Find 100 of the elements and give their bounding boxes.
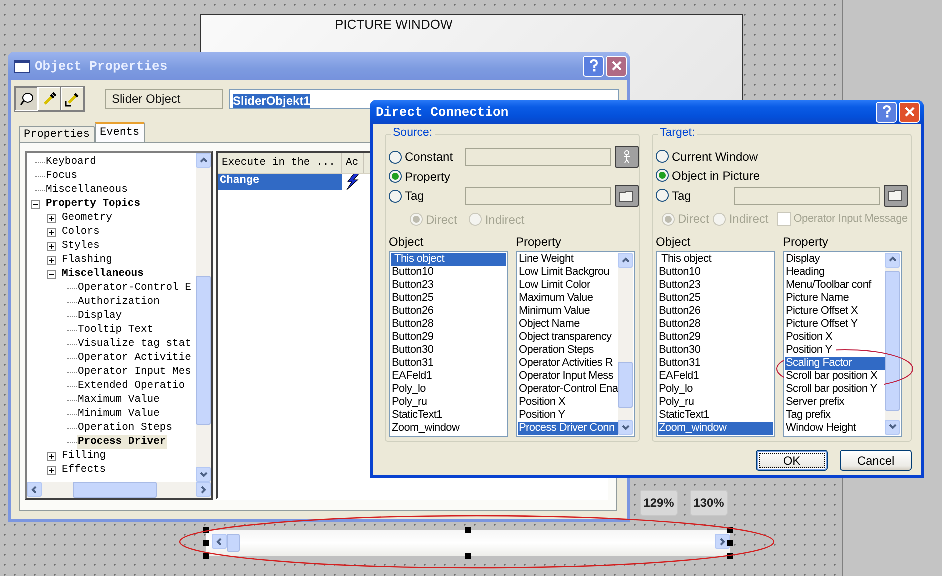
tree-item[interactable]: Operator Input Mes <box>77 365 192 379</box>
tree-item[interactable]: Tooltip Text <box>77 323 155 337</box>
tree-item[interactable]: Maximum Value <box>77 393 161 407</box>
list-item[interactable]: This object <box>391 253 506 266</box>
tab[interactable]: Events <box>95 122 145 142</box>
zoom-button[interactable]: 129% <box>640 490 678 516</box>
close-button[interactable] <box>899 102 920 122</box>
list-item[interactable]: Tag prefix <box>785 408 885 422</box>
slider-thumb[interactable] <box>227 534 240 552</box>
browse-button[interactable] <box>615 146 639 168</box>
list-item[interactable]: Position Y <box>518 409 618 422</box>
scroll-thumb[interactable] <box>618 362 633 408</box>
radio-button[interactable] <box>389 190 402 202</box>
list-item[interactable]: Menu/Toolbar conf <box>785 278 885 292</box>
radio-button[interactable] <box>656 150 669 164</box>
list-item[interactable]: Operator Input Mess <box>518 370 618 383</box>
list-item[interactable]: Line Weight <box>518 253 618 266</box>
list-item[interactable]: Poly_ru <box>658 396 773 409</box>
collapse-icon[interactable] <box>31 200 40 208</box>
input-field[interactable] <box>465 148 611 166</box>
list-item[interactable]: Button23 <box>658 278 773 292</box>
input-field[interactable] <box>734 186 880 205</box>
list-item[interactable]: Button30 <box>391 344 506 357</box>
scroll-right-button[interactable] <box>715 534 730 549</box>
list-item[interactable]: Position X <box>518 396 618 409</box>
list-item[interactable]: Heading <box>785 266 885 279</box>
list-item[interactable]: Button26 <box>391 305 506 318</box>
list-item[interactable]: Minimum Value <box>518 305 618 318</box>
list-item[interactable]: Object transparency <box>518 331 618 344</box>
list-item[interactable]: EAFeld1 <box>391 370 506 383</box>
tree-item[interactable]: Minimum Value <box>77 407 161 421</box>
close-button[interactable] <box>606 56 627 76</box>
scroll-down-button[interactable] <box>196 467 211 482</box>
scroll-up-button[interactable] <box>885 252 900 268</box>
list-item[interactable]: Button28 <box>658 318 773 331</box>
input-field[interactable] <box>465 187 611 205</box>
list-item[interactable]: This object <box>658 252 773 266</box>
tree-item[interactable]: Operator-Control E <box>77 281 192 295</box>
list-item[interactable]: Object Name <box>518 318 618 331</box>
tree-item[interactable]: Authorization <box>77 295 161 309</box>
selection-handle[interactable] <box>203 553 209 559</box>
list-item[interactable]: Poly_lo <box>658 382 773 396</box>
expand-icon[interactable] <box>47 242 56 250</box>
expand-icon[interactable] <box>47 452 56 460</box>
list-item[interactable]: Button23 <box>391 279 506 292</box>
list-item[interactable]: Button10 <box>391 266 506 279</box>
list-item[interactable]: Position X <box>785 330 885 344</box>
list-item[interactable]: Zoom_window <box>658 422 773 435</box>
list-item[interactable]: Button31 <box>658 356 773 370</box>
zoom-button[interactable]: 130% <box>690 490 728 516</box>
scroll-thumb[interactable] <box>72 482 158 498</box>
list-item[interactable]: Operation Steps <box>518 344 618 357</box>
list-item[interactable]: Zoom_window <box>391 422 506 435</box>
list-item[interactable]: StaticText1 <box>391 409 506 422</box>
radio-button[interactable] <box>389 170 402 183</box>
scroll-left-button[interactable] <box>212 534 227 549</box>
selection-handle[interactable] <box>465 527 471 533</box>
list-item[interactable]: Button25 <box>391 292 506 305</box>
list-item[interactable]: Low Limit Color <box>518 279 618 292</box>
list-item[interactable]: Position Y <box>785 344 885 357</box>
toolbar-button[interactable] <box>15 87 38 111</box>
list-item[interactable]: Picture Offset X <box>785 304 885 318</box>
scroll-up-button[interactable] <box>196 153 211 168</box>
collapse-icon[interactable] <box>47 270 56 278</box>
tree-item[interactable]: Miscellaneous <box>61 267 145 281</box>
list-item[interactable]: Low Limit Backgrou <box>518 266 618 279</box>
tree-item[interactable]: Focus <box>45 169 79 183</box>
tree-item[interactable]: Miscellaneous <box>45 183 129 197</box>
list-item[interactable]: Button28 <box>391 318 506 331</box>
list-item[interactable]: Operator Activities R <box>518 357 618 370</box>
selection-handle[interactable] <box>727 540 733 546</box>
list-item[interactable]: Maximum Value <box>518 292 618 305</box>
expand-icon[interactable] <box>47 214 56 222</box>
scroll-down-button[interactable] <box>885 420 900 435</box>
list-item[interactable]: Button31 <box>391 357 506 370</box>
tree-item[interactable]: Display <box>77 309 124 323</box>
list-item[interactable]: Button25 <box>658 292 773 305</box>
list-item[interactable]: Button10 <box>658 266 773 279</box>
tree-item[interactable]: Property Topics <box>45 197 142 211</box>
tree-item[interactable]: Flashing <box>61 253 114 267</box>
tree-item[interactable]: Operator Activitie <box>77 351 192 365</box>
list-item[interactable]: Scroll bar position X <box>785 370 885 383</box>
list-item[interactable]: Button26 <box>658 304 773 318</box>
list-item[interactable]: Picture Name <box>785 292 885 305</box>
list-item[interactable]: StaticText1 <box>658 408 773 422</box>
tree-item[interactable]: Geometry <box>61 211 114 225</box>
expand-icon[interactable] <box>47 466 56 474</box>
column-header[interactable]: Ac <box>342 153 364 173</box>
list-item[interactable]: Window Height <box>785 422 885 435</box>
slider[interactable] <box>206 530 730 556</box>
radio-button[interactable] <box>656 169 669 182</box>
list-item[interactable]: Button30 <box>658 344 773 357</box>
tree-item[interactable]: Filling <box>61 449 108 463</box>
list-item[interactable]: Scaling Factor <box>785 356 885 370</box>
selection-handle[interactable] <box>465 553 471 559</box>
selection-handle[interactable] <box>203 540 209 546</box>
tree-item[interactable]: Keyboard <box>45 155 98 169</box>
dialog-button[interactable]: Cancel <box>840 450 912 471</box>
browse-button[interactable] <box>884 184 908 207</box>
tab[interactable]: Properties <box>19 126 96 142</box>
